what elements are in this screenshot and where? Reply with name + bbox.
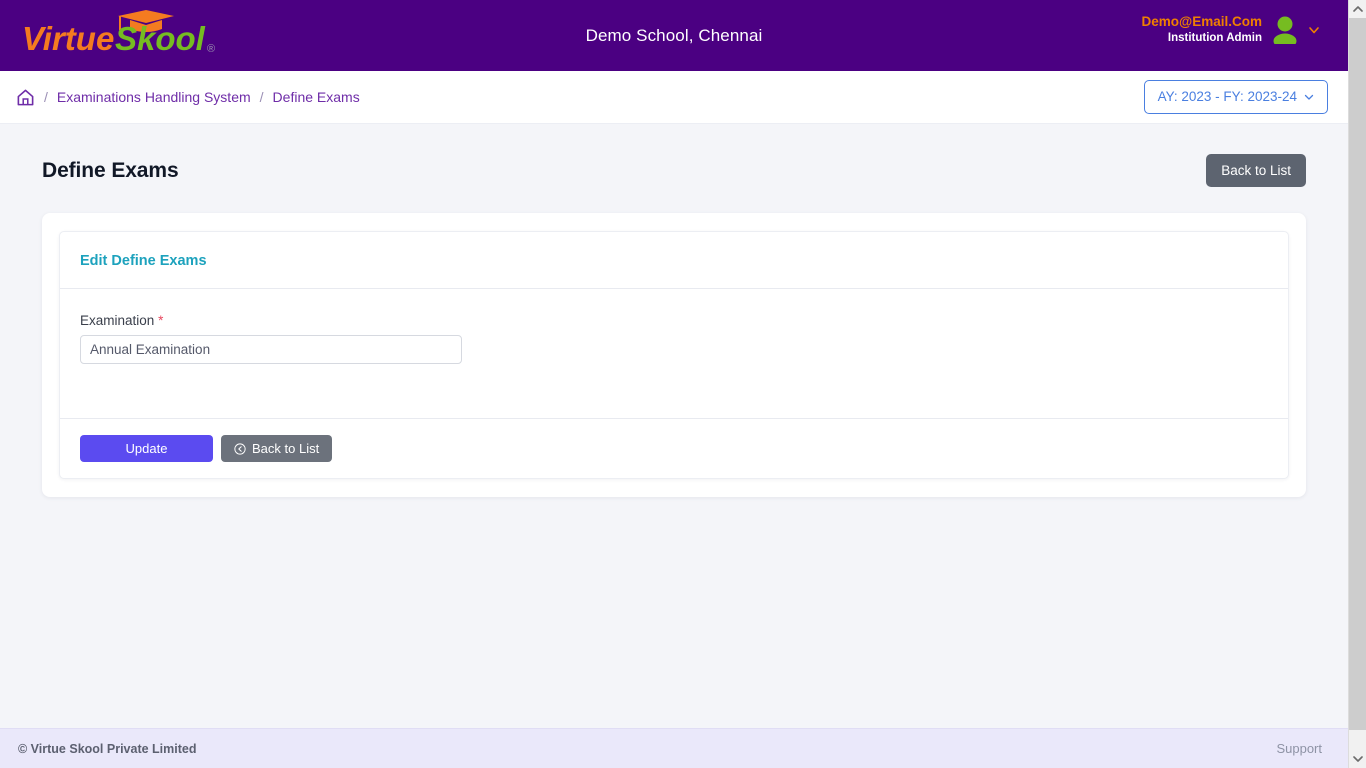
breadcrumb-item-examinations-handling-system[interactable]: Examinations Handling System — [57, 89, 251, 105]
required-marker: * — [158, 313, 164, 328]
main-content: Define Exams Back to List Edit Define Ex… — [0, 124, 1348, 728]
update-button[interactable]: Update — [80, 435, 213, 462]
user-menu[interactable]: Demo@Email.Com Institution Admin — [1142, 14, 1320, 45]
examination-input[interactable] — [80, 335, 462, 364]
chevron-down-icon — [1352, 756, 1363, 762]
user-role: Institution Admin — [1167, 31, 1262, 44]
back-to-list-button-top[interactable]: Back to List — [1206, 154, 1306, 187]
breadcrumb: / Examinations Handling System / Define … — [16, 88, 360, 107]
form-card-title: Edit Define Exams — [80, 253, 207, 269]
breadcrumb-bar: / Examinations Handling System / Define … — [0, 71, 1348, 124]
academic-year-selector[interactable]: AY: 2023 - FY: 2023-24 — [1143, 80, 1328, 114]
user-avatar-icon[interactable] — [1272, 16, 1298, 44]
page-title: Define Exams — [42, 158, 179, 182]
copyright-text: © Virtue Skool Private Limited — [18, 741, 197, 756]
academic-year-label: AY: 2023 - FY: 2023-24 — [1157, 89, 1297, 105]
chevron-up-icon — [1352, 6, 1363, 12]
user-email: Demo@Email.Com — [1141, 14, 1262, 29]
back-to-list-button-form[interactable]: Back to List — [221, 435, 333, 462]
examination-field-group: Examination * — [80, 313, 462, 364]
breadcrumb-separator: / — [44, 89, 48, 105]
app-viewport: Virtue Skool ® Demo School, Chennai Demo… — [0, 0, 1366, 768]
breadcrumb-separator: / — [259, 89, 264, 105]
page-scrollbar[interactable] — [1348, 0, 1366, 768]
support-link[interactable]: Support — [1276, 741, 1322, 756]
arrow-circle-left-icon — [234, 442, 246, 455]
chevron-down-icon — [1304, 94, 1314, 100]
examination-label-text: Examination — [80, 313, 155, 328]
page-container: Virtue Skool ® Demo School, Chennai Demo… — [0, 0, 1348, 768]
breadcrumb-item-define-exams[interactable]: Define Exams — [273, 89, 360, 105]
form-actions: Update Back to List — [60, 418, 1288, 478]
home-icon[interactable] — [16, 88, 35, 107]
scrollbar-thumb[interactable] — [1348, 18, 1366, 730]
scrollbar-track[interactable] — [1348, 18, 1366, 750]
chevron-down-icon[interactable] — [1308, 24, 1320, 36]
scrollbar-up-button[interactable] — [1352, 0, 1363, 18]
app-footer: © Virtue Skool Private Limited Support — [0, 728, 1348, 768]
scrollbar-down-button[interactable] — [1352, 750, 1363, 768]
form-card-header: Edit Define Exams — [60, 232, 1288, 289]
page-header: Define Exams Back to List — [42, 154, 1306, 187]
form-card-body: Examination * — [60, 289, 1288, 418]
edit-form-card: Edit Define Exams Examination * Update — [59, 231, 1289, 479]
examination-field-label: Examination * — [80, 313, 462, 328]
app-header: Virtue Skool ® Demo School, Chennai Demo… — [0, 0, 1348, 71]
back-to-list-form-label: Back to List — [252, 441, 320, 456]
user-info: Demo@Email.Com Institution Admin — [1142, 14, 1262, 45]
content-card: Edit Define Exams Examination * Update — [42, 213, 1306, 497]
